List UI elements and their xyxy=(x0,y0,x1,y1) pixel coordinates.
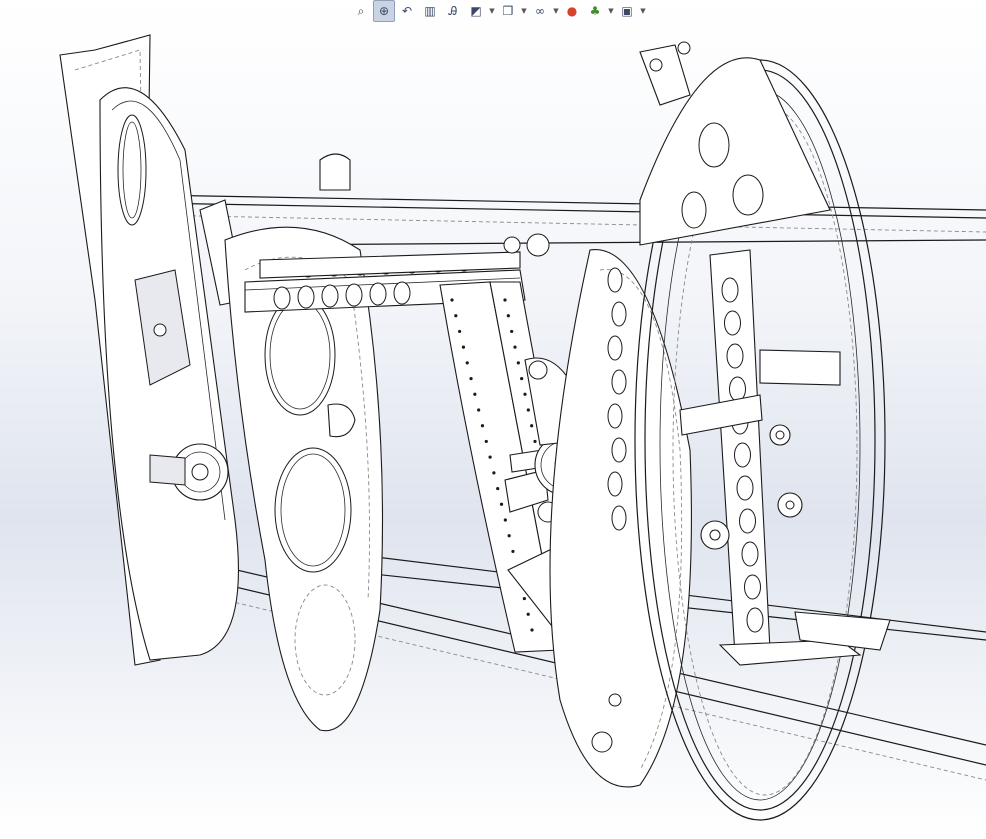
zoom-to-area-icon: ⊕ xyxy=(378,4,390,18)
rivet xyxy=(507,534,511,538)
lightening-hole xyxy=(607,403,623,429)
lightening-hole xyxy=(611,301,627,327)
rivet xyxy=(513,345,517,349)
rivet xyxy=(484,439,488,444)
rivet xyxy=(477,408,481,412)
section-view-button[interactable]: ▥ xyxy=(419,0,441,22)
rivet xyxy=(533,439,537,444)
rivet xyxy=(496,486,500,491)
rivet xyxy=(450,298,454,302)
rivet xyxy=(480,424,485,428)
view-orientation-button[interactable]: ◩ xyxy=(465,0,487,22)
lightening-hole xyxy=(297,285,315,309)
view-settings-icon: ▣ xyxy=(621,4,633,18)
heads-up-view-toolbar: ⌕ ⊕ ↶ ▥ Ꭿ ◩ ▼ ❒ ▼ ∞ ▼ ● ♣ ▼ ▣ ▼ xyxy=(350,0,647,22)
front-frame-panel xyxy=(59,34,246,666)
rivet xyxy=(499,502,504,506)
lightening-hole xyxy=(273,286,291,310)
chevron-down-icon[interactable]: ▼ xyxy=(639,7,647,15)
cad-assembly-drawing[interactable] xyxy=(0,0,986,835)
rivet xyxy=(503,518,507,522)
display-style-icon: ❒ xyxy=(502,4,514,18)
rivet xyxy=(492,471,496,475)
rivet xyxy=(526,612,530,616)
lightening-hole xyxy=(611,369,627,395)
lightening-hole xyxy=(345,283,363,307)
view-settings-button[interactable]: ▣ xyxy=(616,0,638,22)
graphics-area[interactable]: hidden lines visible cad-assembly-icon xyxy=(0,0,986,835)
rivet xyxy=(488,455,492,459)
lightening-hole xyxy=(321,284,339,308)
apply-scene-button[interactable]: ♣ xyxy=(584,0,606,22)
lightening-hole xyxy=(724,310,741,336)
rivet xyxy=(516,361,520,365)
view-orientation-icon: ◩ xyxy=(470,4,482,18)
rivet xyxy=(469,376,473,381)
lightening-hole xyxy=(746,607,764,633)
lightening-hole xyxy=(607,471,623,497)
previous-view-icon: ↶ xyxy=(401,4,413,18)
dynamic-annotation-views-button[interactable]: Ꭿ xyxy=(442,0,464,22)
lightening-hole xyxy=(726,343,744,369)
lightening-hole xyxy=(744,574,761,600)
lightening-hole xyxy=(729,376,746,402)
lightening-hole xyxy=(611,437,627,463)
lightening-hole xyxy=(611,505,627,531)
lightening-hole xyxy=(734,442,751,468)
rivet xyxy=(503,298,507,302)
rivet xyxy=(526,408,530,412)
chevron-down-icon[interactable]: ▼ xyxy=(607,7,615,15)
rivet xyxy=(506,314,510,318)
rivet xyxy=(530,628,534,632)
edit-appearance-button[interactable]: ● xyxy=(561,0,583,22)
rivet xyxy=(458,329,462,334)
rivet xyxy=(523,392,527,396)
hide-show-items-button[interactable]: ∞ xyxy=(529,0,551,22)
display-style-button[interactable]: ❒ xyxy=(497,0,519,22)
zoom-to-fit-icon: ⌕ xyxy=(357,4,365,18)
appearance-sphere-icon: ● xyxy=(566,4,578,18)
rivet xyxy=(461,345,466,349)
rivet xyxy=(510,329,514,334)
lightening-hole xyxy=(721,277,739,303)
rivet xyxy=(511,549,515,554)
lightening-hole xyxy=(607,335,623,361)
lightening-hole xyxy=(736,475,754,501)
rivet xyxy=(522,596,526,601)
chevron-down-icon[interactable]: ▼ xyxy=(520,7,528,15)
lightening-hole xyxy=(607,267,623,293)
second-ring-frame xyxy=(224,153,384,732)
previous-view-button[interactable]: ↶ xyxy=(396,0,418,22)
lightening-hole xyxy=(739,508,756,534)
zoom-to-fit-button[interactable]: ⌕ xyxy=(350,0,372,22)
lightening-hole xyxy=(393,281,411,305)
lightening-hole xyxy=(741,541,759,567)
lightening-hole xyxy=(369,282,387,306)
dynamic-annotation-icon: Ꭿ xyxy=(448,4,458,18)
scene-icon: ♣ xyxy=(589,4,601,18)
rivet xyxy=(465,361,469,365)
rivet xyxy=(454,314,458,318)
section-view-icon: ▥ xyxy=(424,4,436,18)
rivet xyxy=(520,376,524,381)
zoom-to-area-button[interactable]: ⊕ xyxy=(373,0,395,22)
rivet xyxy=(530,424,534,428)
chevron-down-icon[interactable]: ▼ xyxy=(552,7,560,15)
rivet xyxy=(473,392,477,396)
hide-show-icon: ∞ xyxy=(535,4,545,18)
chevron-down-icon[interactable]: ▼ xyxy=(488,7,496,15)
